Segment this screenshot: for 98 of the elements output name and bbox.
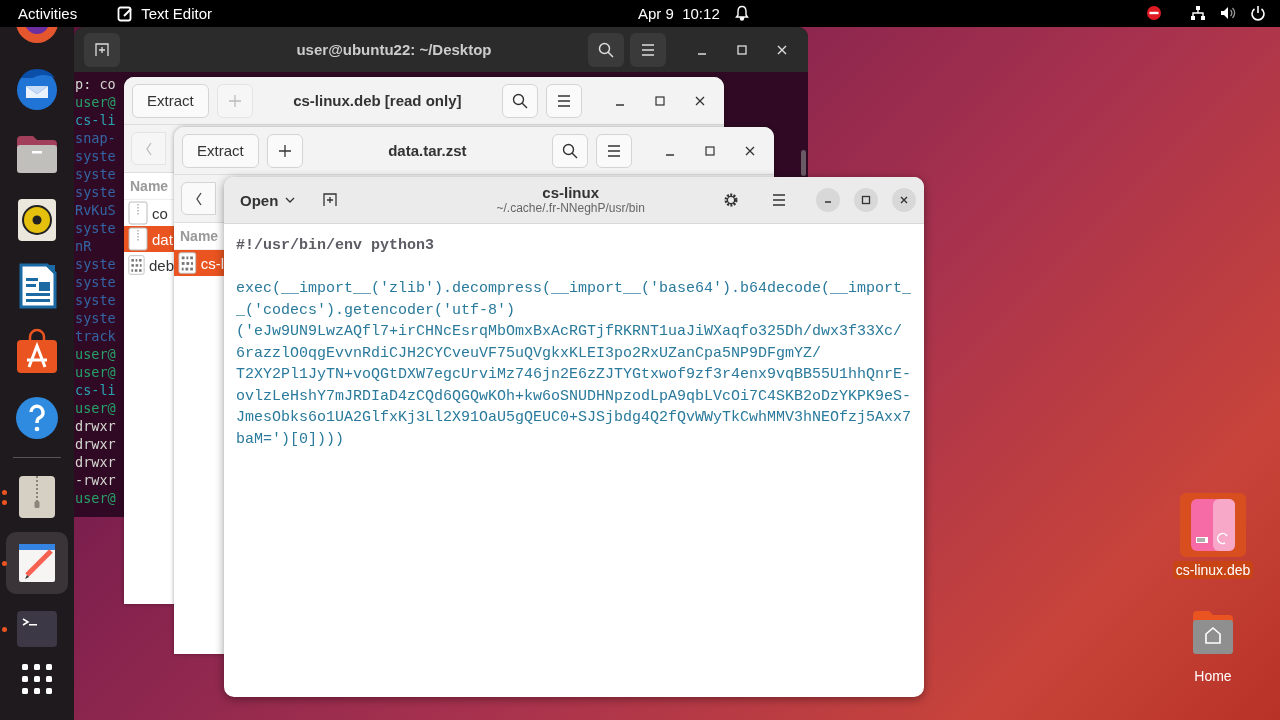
terminal-line: -rwxr — [75, 471, 116, 489]
selected-file-label[interactable]: cs-linux.deb — [1172, 561, 1254, 579]
terminal-line: user@ — [75, 489, 116, 507]
app-menu[interactable]: Text Editor — [117, 5, 213, 22]
terminal-line: track — [75, 327, 116, 345]
window-title: cs-linux.deb [read only] — [292, 92, 463, 109]
terminal-line: drwxr — [75, 453, 116, 471]
menu-button[interactable] — [630, 32, 666, 67]
power-icon[interactable] — [1250, 5, 1266, 21]
extract-button[interactable]: Extract — [132, 83, 209, 118]
terminal-line: cs-li — [75, 111, 116, 129]
code-line: T2XY2Pl1JyTN+voQGtDXW7egcUrviMz746jn2E6zZJTYGtxwof9zf3r4enx9vqBB55U1hhQnrE- — [236, 365, 912, 385]
bell-icon — [734, 5, 750, 21]
activities-button[interactable]: Activities — [0, 5, 96, 22]
window-title: data.tar.zst — [387, 142, 468, 159]
file-row[interactable]: deb — [124, 252, 174, 278]
code-line: baM=')[0]))) — [236, 429, 345, 450]
zipper-file-icon — [128, 201, 148, 225]
scrollbar[interactable] — [801, 150, 806, 176]
terminal-line: user@ — [75, 93, 116, 111]
caret-icon — [285, 197, 296, 203]
help-icon[interactable] — [13, 394, 61, 442]
notepad-icon — [117, 5, 134, 22]
terminal-line: RvKuS — [75, 201, 116, 219]
volume-icon[interactable] — [1220, 5, 1236, 21]
search-button[interactable] — [588, 32, 624, 67]
close-icon — [695, 95, 705, 106]
minimize-icon — [665, 153, 675, 156]
plus-icon — [226, 92, 243, 109]
new-tab-icon — [94, 41, 110, 58]
code-line: JmesObks6o1UA2GlfxKj3Ll2X91OaU5gQEUC0+SJSjbdg4Q2fQvWWyTkCwhMMV3hNEOfzj5Axx7 — [236, 408, 912, 428]
search-button[interactable] — [552, 133, 588, 168]
menu-icon — [556, 92, 572, 109]
zipper-file-icon — [128, 227, 148, 251]
terminal-line: p: co — [75, 75, 116, 93]
window-title: user@ubuntu22: ~/Desktop — [295, 41, 493, 58]
code-line: 6razzlO0qgEvvnRdiCJH2CYCveuVF75uQVgkxKLEI3po2RxUZanCpa5NP9DFgmYZ/ — [236, 343, 822, 364]
terminal-line: syste — [75, 165, 116, 183]
code-line: ('eJw9UN9LwzAQfl7+irCHNcEsrqMbOmxBxAcRGTjfRKRNT1uaJiWXaqfo325Dh/dwx3f33Xc/ — [236, 322, 903, 342]
plus-icon — [276, 142, 293, 159]
minimize-icon — [697, 52, 707, 55]
terminal-line: drwxr — [75, 417, 116, 435]
file-row[interactable]: co — [124, 200, 174, 226]
network-icon[interactable] — [1190, 5, 1206, 21]
terminal-line: nR — [75, 237, 92, 255]
new-tab-icon — [322, 192, 339, 208]
terminal-line: syste — [75, 273, 116, 291]
maximize-icon — [737, 44, 747, 55]
open-button[interactable]: Open — [232, 185, 304, 215]
close-button[interactable] — [892, 188, 916, 212]
terminal-line: syste — [75, 183, 116, 201]
close-icon — [777, 44, 787, 55]
code-line: #!/usr/bin/env python3 — [236, 236, 435, 256]
terminal-line: syste — [75, 291, 116, 309]
code-line: _('codecs').getencoder('utf-8') — [236, 300, 516, 321]
menu-button[interactable] — [596, 133, 632, 168]
package-icon[interactable] — [1180, 493, 1246, 557]
search-icon — [598, 41, 614, 58]
menu-icon — [640, 41, 656, 58]
terminal-line: user@ — [75, 363, 116, 381]
search-icon — [512, 92, 528, 109]
add-button[interactable] — [266, 133, 303, 168]
terminal-line: syste — [75, 219, 116, 237]
clock[interactable]: Apr 9 10:12 — [638, 5, 720, 22]
terminal-line: user@ — [75, 345, 116, 363]
app-grid-icon[interactable] — [21, 663, 53, 695]
terminal-line: user@ — [75, 399, 116, 417]
minimize-icon — [615, 103, 625, 106]
terminal-line: syste — [75, 255, 116, 273]
close-icon — [745, 145, 755, 156]
maximize-button[interactable] — [854, 188, 878, 212]
menu-icon — [606, 142, 622, 159]
close-icon — [899, 195, 909, 205]
binary-file-icon — [128, 253, 145, 277]
do-not-disturb-icon[interactable] — [1146, 5, 1162, 21]
file-row[interactable]: cs-l — [174, 250, 224, 276]
terminal-line: syste — [75, 309, 116, 327]
code-line: ovlzLeHshY7mJRDIaD4zCQd6QGQwKOh+kw6oSNUDHNpzodLpA9qbLVcOi7C4SKB2oDzYKPK9eS- — [236, 386, 912, 407]
maximize-icon — [705, 145, 715, 156]
window-title: cs-linux — [542, 185, 599, 201]
binary-file-icon — [178, 251, 197, 275]
file-row[interactable]: dat — [124, 226, 174, 252]
terminal-line: syste — [75, 147, 116, 165]
terminal-line: cs-li — [75, 381, 116, 399]
new-tab-button[interactable] — [84, 32, 120, 67]
maximize-icon — [861, 195, 871, 205]
search-button[interactable] — [502, 83, 538, 118]
menu-icon — [771, 192, 787, 208]
menu-button[interactable] — [546, 83, 582, 118]
code-line: exec(__import__('zlib').decompress(__import__('base64').b64decode(__import_ — [236, 279, 912, 299]
extract-button[interactable]: Extract — [182, 133, 259, 168]
search-icon — [562, 142, 578, 159]
gear-icon — [723, 192, 739, 208]
file-path: ~/.cache/.fr-NNeghP/usr/bin — [496, 201, 645, 215]
maximize-icon — [655, 95, 665, 106]
file-label[interactable]: Home — [1191, 667, 1235, 685]
terminal-line: drwxr — [75, 435, 116, 453]
terminal-line: snap- — [75, 129, 116, 147]
